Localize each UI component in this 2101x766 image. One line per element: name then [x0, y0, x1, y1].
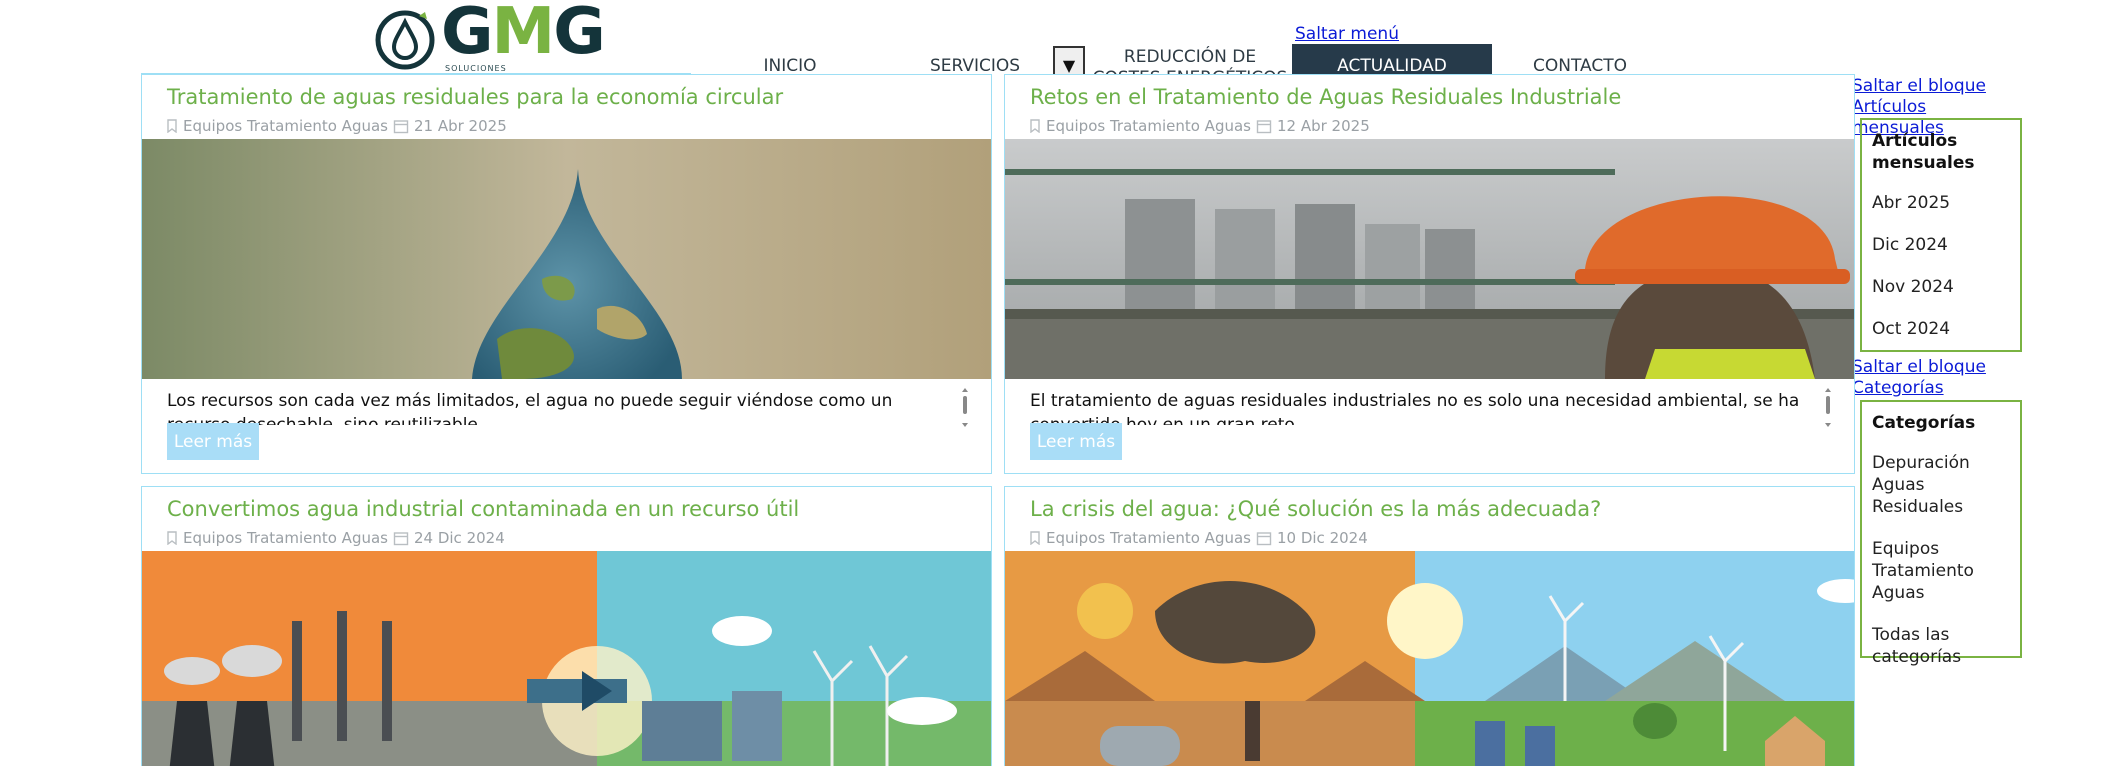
site-logo[interactable]: GMG SOLUCIONES MEDIOAMBIENTALES: [375, 0, 606, 82]
read-more-button[interactable]: Leer más: [1030, 423, 1122, 460]
post-meta: Equipos Tratamiento Aguas 12 Abr 2025: [1029, 117, 1370, 135]
calendar-icon: [393, 532, 409, 546]
logo-wordmark: GMG: [441, 0, 606, 69]
post-date: 10 Dic 2024: [1276, 529, 1368, 547]
post-image[interactable]: [142, 551, 991, 766]
archive-link[interactable]: Nov 2024: [1872, 276, 2010, 298]
post-title[interactable]: Retos en el Tratamiento de Aguas Residua…: [1030, 85, 1621, 109]
calendar-icon: [1256, 532, 1272, 546]
post-title[interactable]: La crisis del agua: ¿Qué solución es la …: [1030, 497, 1601, 521]
category-link[interactable]: Depuración Aguas Residuales: [1872, 452, 2010, 518]
post-excerpt: El tratamiento de aguas residuales indus…: [1030, 391, 1800, 425]
bookmark-icon: [1030, 119, 1040, 133]
archive-link[interactable]: Dic 2024: [1872, 234, 2010, 256]
excerpt-scrollbar[interactable]: [1824, 387, 1832, 429]
post-excerpt: Los recursos son cada vez más limitados,…: [167, 391, 893, 425]
post-title[interactable]: Tratamiento de aguas residuales para la …: [167, 85, 783, 109]
categories-widget: Categorías Depuración Aguas Residuales E…: [1860, 400, 2022, 667]
bookmark-icon: [167, 531, 177, 545]
archive-link[interactable]: Oct 2024: [1872, 318, 2010, 340]
post-image[interactable]: [1005, 551, 1854, 766]
calendar-icon: [1256, 120, 1272, 134]
post-card: Convertimos agua industrial contaminada …: [141, 486, 992, 766]
post-title[interactable]: Convertimos agua industrial contaminada …: [167, 497, 799, 521]
excerpt-scrollbar[interactable]: [961, 387, 969, 429]
post-category[interactable]: Equipos Tratamiento Aguas: [183, 529, 388, 547]
skip-categories-link[interactable]: Saltar el bloque Categorías: [1852, 357, 2022, 399]
archive-link[interactable]: Abr 2025: [1872, 192, 2010, 214]
post-meta: Equipos Tratamiento Aguas 24 Dic 2024: [166, 529, 505, 547]
post-date: 24 Dic 2024: [413, 529, 505, 547]
categories-title: Categorías: [1872, 413, 1976, 433]
post-image[interactable]: [142, 139, 991, 379]
post-category[interactable]: Equipos Tratamiento Aguas: [183, 117, 388, 135]
post-card: La crisis del agua: ¿Qué solución es la …: [1004, 486, 1855, 766]
post-image[interactable]: [1005, 139, 1854, 379]
post-meta: Equipos Tratamiento Aguas 21 Abr 2025: [166, 117, 507, 135]
skip-menu-link[interactable]: Saltar menú: [1295, 24, 1399, 44]
bookmark-icon: [1030, 531, 1040, 545]
category-link[interactable]: Equipos Tratamiento Aguas: [1872, 538, 2010, 604]
post-card: Retos en el Tratamiento de Aguas Residua…: [1004, 74, 1855, 474]
monthly-archive-title: Artículos mensuales: [1872, 131, 1975, 173]
calendar-icon: [393, 120, 409, 134]
post-category[interactable]: Equipos Tratamiento Aguas: [1046, 117, 1251, 135]
category-link[interactable]: Todas las categorías: [1872, 624, 2010, 668]
post-card: Tratamiento de aguas residuales para la …: [141, 74, 992, 474]
post-meta: Equipos Tratamiento Aguas 10 Dic 2024: [1029, 529, 1368, 547]
post-date: 12 Abr 2025: [1276, 117, 1370, 135]
water-drop-logo-icon: [375, 10, 435, 70]
read-more-button[interactable]: Leer más: [167, 423, 259, 460]
post-category[interactable]: Equipos Tratamiento Aguas: [1046, 529, 1251, 547]
monthly-archive-widget: Artículos mensuales Abr 2025 Dic 2024 No…: [1860, 118, 2022, 352]
bookmark-icon: [167, 119, 177, 133]
post-date: 21 Abr 2025: [413, 117, 507, 135]
